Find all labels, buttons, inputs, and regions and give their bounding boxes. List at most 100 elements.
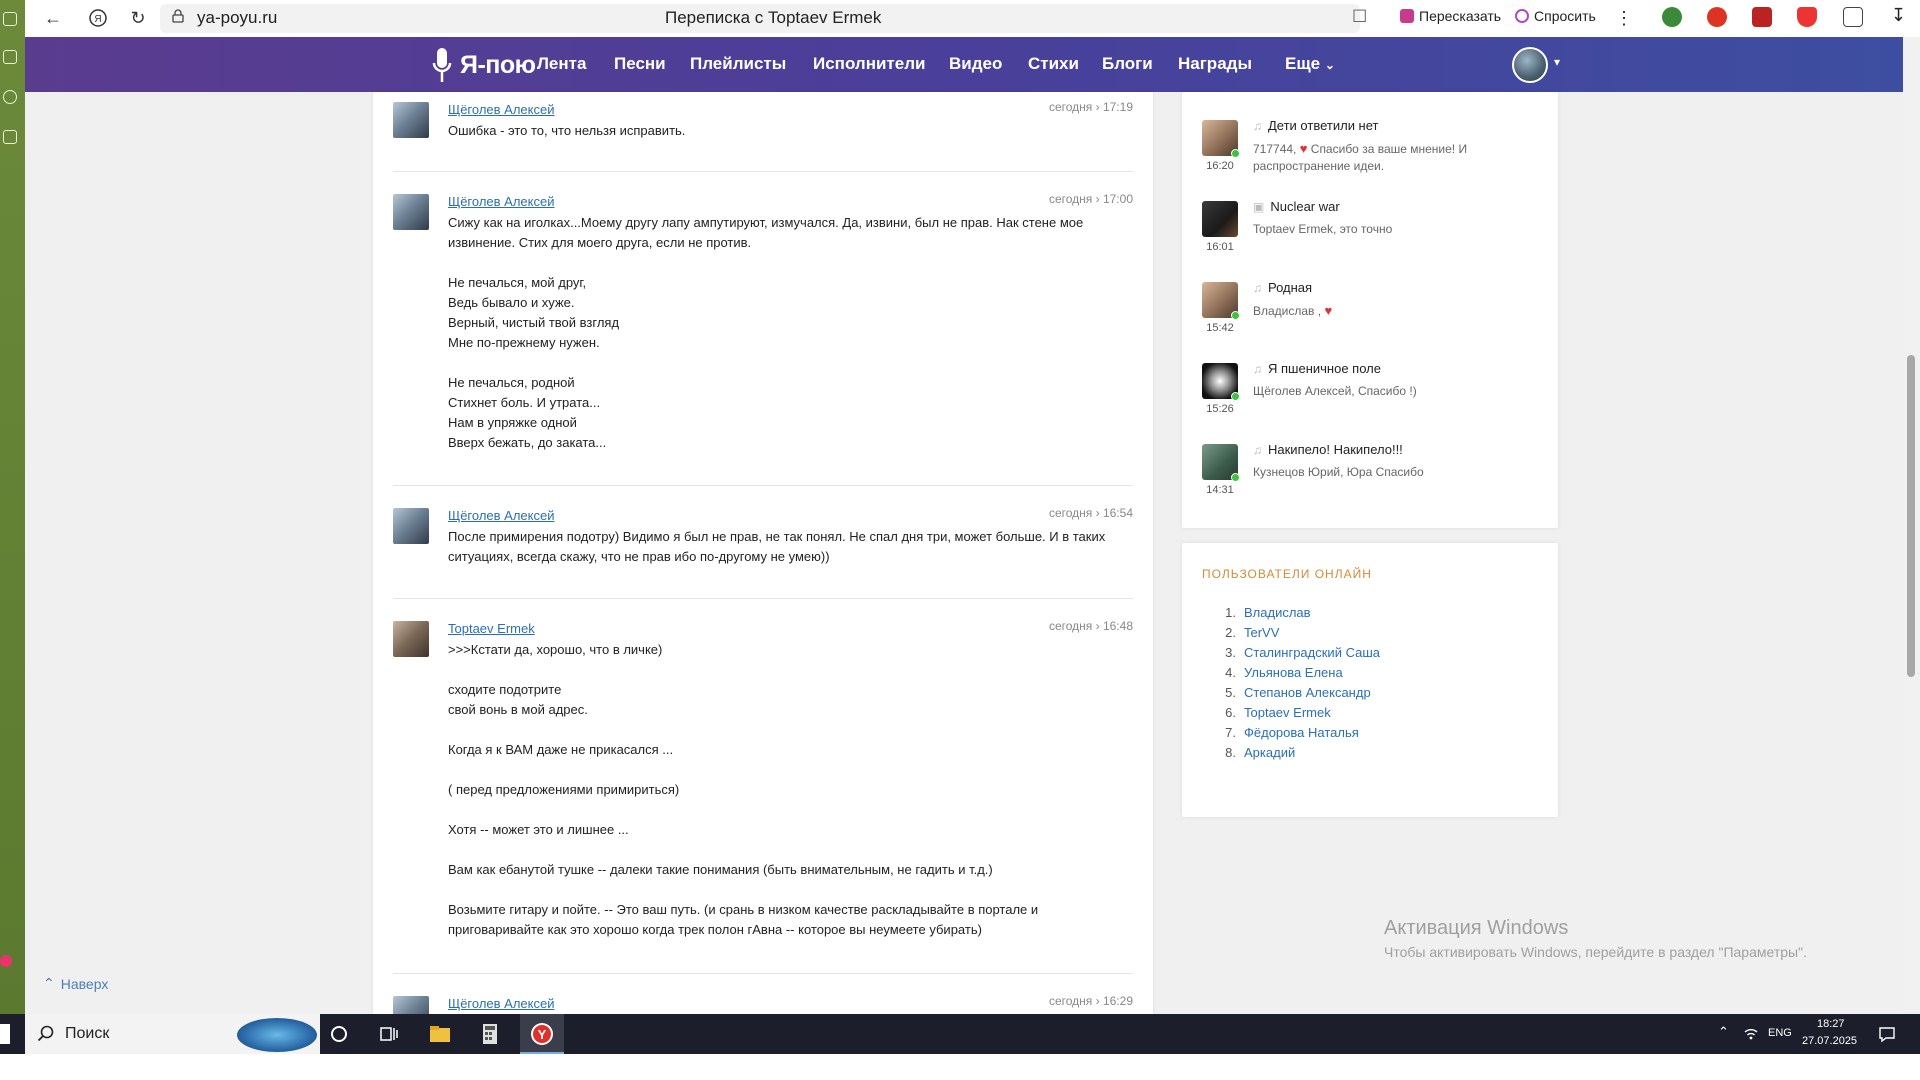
nav-more[interactable]: Еще ⌄ xyxy=(1285,54,1335,74)
cortana-icon[interactable] xyxy=(327,1022,351,1046)
nav-playlists[interactable]: Плейлисты xyxy=(690,54,786,74)
message-time: сегодня › 17:00 xyxy=(1048,192,1133,206)
activity-title[interactable]: ♫ Родная xyxy=(1253,280,1312,295)
search-highlight-image[interactable] xyxy=(237,1018,317,1052)
online-user-name[interactable]: TerVV xyxy=(1244,623,1279,643)
download-icon[interactable]: ↧ xyxy=(1891,5,1906,26)
message-line: Ведь бывало и хуже. xyxy=(448,295,575,310)
extension-icon[interactable] xyxy=(1707,7,1727,27)
clock-time[interactable]: 18:27 xyxy=(1817,1018,1845,1030)
nav-poems[interactable]: Стихи xyxy=(1028,54,1079,74)
chevron-up-icon[interactable]: ⌃ xyxy=(1718,1024,1729,1040)
extension-icon[interactable] xyxy=(1752,7,1772,27)
sidebar-tool-icon[interactable] xyxy=(3,12,17,26)
avatar[interactable] xyxy=(393,508,429,544)
windows-activation-title: Активация Windows xyxy=(1384,917,1569,939)
online-user[interactable]: 4. Ульянова Елена xyxy=(1222,663,1380,683)
nav-songs[interactable]: Песни xyxy=(614,54,666,74)
message-time: сегодня › 16:29 xyxy=(1048,994,1133,1008)
activity-text: Кузнецов Юрий, Юра Спасибо xyxy=(1253,465,1424,479)
site-logo[interactable]: Я-пою xyxy=(430,43,536,87)
online-user[interactable]: 5. Степанов Александр xyxy=(1222,683,1380,703)
url-text[interactable]: ya-poyu.ru xyxy=(197,8,277,28)
retell-button[interactable]: Пересказать xyxy=(1400,8,1501,24)
divider xyxy=(393,973,1133,974)
avatar[interactable] xyxy=(1202,201,1238,237)
svg-text:Y: Y xyxy=(538,1027,547,1042)
sidebar-alice-icon[interactable] xyxy=(0,955,12,967)
activity-title[interactable]: ♫ Я пшеничное поле xyxy=(1253,361,1381,376)
message-line: Верный, чистый твой взгляд xyxy=(448,315,620,330)
message-line: Сижу как на иголках...Моему другу лапу а… xyxy=(448,215,1084,230)
message-author[interactable]: Щёголев Алексей xyxy=(448,996,554,1011)
more-menu-icon[interactable]: ⋮ xyxy=(1615,8,1633,29)
avatar[interactable] xyxy=(393,194,429,230)
avatar[interactable] xyxy=(393,996,429,1014)
list-number: 6. xyxy=(1225,705,1236,720)
activity-title[interactable]: ▣ Nuclear war xyxy=(1253,199,1340,214)
nav-more-label: Еще xyxy=(1285,54,1321,73)
shield-icon[interactable] xyxy=(1797,7,1817,27)
clock-date[interactable]: 27.07.2025 xyxy=(1802,1035,1857,1047)
message-author[interactable]: Щёголев Алексей xyxy=(448,102,554,117)
online-user-name[interactable]: Toptaev Ermek xyxy=(1244,703,1331,723)
nav-artists[interactable]: Исполнители xyxy=(813,54,925,74)
page-scrollbar[interactable] xyxy=(1903,37,1920,1014)
online-user[interactable]: 3. Сталинградский Саша xyxy=(1222,643,1380,663)
message-author[interactable]: Щёголев Алексей xyxy=(448,194,554,209)
chevron-down-icon[interactable]: ▾ xyxy=(1554,55,1560,69)
avatar[interactable] xyxy=(393,102,429,138)
online-user[interactable]: 6. Toptaev Ermek xyxy=(1222,703,1380,723)
notifications-icon[interactable] xyxy=(1878,1025,1896,1043)
online-user[interactable]: 7. Фёдорова Наталья xyxy=(1222,723,1380,743)
user-avatar[interactable] xyxy=(1512,47,1548,83)
online-user-name[interactable]: Ульянова Елена xyxy=(1244,663,1343,683)
nav-video[interactable]: Видео xyxy=(949,54,1002,74)
reload-icon[interactable]: ↻ xyxy=(120,0,156,36)
yandex-home-icon[interactable]: Я xyxy=(80,0,116,36)
online-user-name[interactable]: Владислав xyxy=(1244,603,1311,623)
online-user-name[interactable]: Фёдорова Наталья xyxy=(1244,723,1359,743)
site-navigation: Я-пою Лента Песни Плейлисты Исполнители … xyxy=(25,37,1903,92)
sidebar-tool-icon[interactable] xyxy=(3,50,17,64)
ask-button[interactable]: Спросить xyxy=(1515,8,1596,24)
recent-activity-card: 16:20 ♫ Дети ответили нет 717744, ♥ Спаси… xyxy=(1182,92,1558,528)
extension-icon[interactable] xyxy=(1662,7,1682,27)
file-explorer-icon[interactable] xyxy=(428,1022,452,1046)
activity-title[interactable]: ♫ Дети ответили нет xyxy=(1253,118,1379,133)
message-line: Хотя -- может это и лишнее ... xyxy=(448,822,629,837)
online-user[interactable]: 1. Владислав xyxy=(1222,603,1380,623)
nav-awards[interactable]: Награды xyxy=(1178,54,1252,74)
svg-text:Я: Я xyxy=(94,14,101,25)
back-icon[interactable]: ← xyxy=(35,0,71,36)
taskbar-active-app[interactable]: Y xyxy=(520,1014,564,1054)
message-line: Не печалься, родной xyxy=(448,375,575,390)
scrollbar-thumb[interactable] xyxy=(1907,355,1915,677)
sidebar-play-icon[interactable] xyxy=(3,90,17,104)
taskbar-search[interactable]: Поиск xyxy=(25,1014,320,1054)
extensions-icon[interactable] xyxy=(1843,7,1863,27)
language-indicator[interactable]: ENG xyxy=(1768,1027,1792,1039)
back-to-top-link[interactable]: ⌃ Наверх xyxy=(43,975,108,992)
activity-title[interactable]: ♫ Накипело! Накипело!!! xyxy=(1253,442,1403,457)
online-user-name[interactable]: Сталинградский Саша xyxy=(1244,643,1380,663)
calculator-icon[interactable] xyxy=(478,1022,502,1046)
nav-feed[interactable]: Лента xyxy=(537,54,586,74)
message-line xyxy=(448,253,1128,273)
online-user[interactable]: 8. Аркадий xyxy=(1222,743,1380,763)
message-line: свой вонь в мой адрес. xyxy=(448,702,588,717)
avatar[interactable] xyxy=(393,621,429,657)
online-user[interactable]: 2. TerVV xyxy=(1222,623,1380,643)
nav-blogs[interactable]: Блоги xyxy=(1102,54,1153,74)
online-user-name[interactable]: Аркадий xyxy=(1244,743,1295,763)
message-author[interactable]: Щёголев Алексей xyxy=(448,508,554,523)
start-button[interactable] xyxy=(0,1024,10,1044)
wifi-icon[interactable] xyxy=(1743,1026,1759,1042)
online-user-name[interactable]: Степанов Александр xyxy=(1244,683,1371,703)
bookmark-icon[interactable]: ☐ xyxy=(1352,7,1367,27)
task-view-icon[interactable] xyxy=(377,1022,401,1046)
message-author[interactable]: Toptaev Ermek xyxy=(448,621,535,636)
list-number: 8. xyxy=(1225,745,1236,760)
sidebar-tool-icon[interactable] xyxy=(3,130,17,144)
screen-bottom-margin xyxy=(0,1054,1920,1080)
